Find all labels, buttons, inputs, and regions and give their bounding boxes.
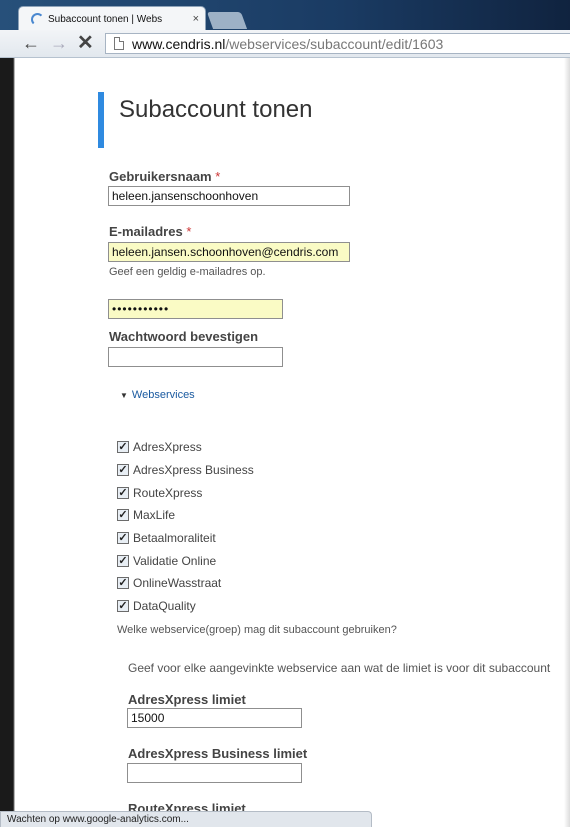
service-label: OnlineWasstraat bbox=[133, 576, 222, 591]
window-edge bbox=[0, 58, 15, 827]
email-field[interactable]: heleen.jansen.schoonhoven@cendris.com bbox=[108, 242, 350, 262]
tab-title: Subaccount tonen | Webs bbox=[48, 13, 163, 25]
required-marker: * bbox=[215, 169, 221, 184]
service-row[interactable]: ✓ MaxLife bbox=[117, 504, 254, 527]
service-label: DataQuality bbox=[133, 599, 196, 614]
loading-spinner-icon bbox=[31, 12, 44, 26]
required-marker: * bbox=[186, 224, 192, 239]
service-checkbox[interactable]: ✓ bbox=[117, 509, 129, 522]
url-path: /webservices/subaccount/edit/1603 bbox=[225, 35, 444, 52]
page-shadow bbox=[564, 58, 570, 827]
limit-adresxpress-field[interactable]: 15000 bbox=[127, 708, 302, 728]
email-label: E-mailadres * bbox=[109, 224, 191, 239]
limits-intro: Geef voor elke aangevinkte webservice aa… bbox=[128, 661, 551, 675]
email-label-text: E-mailadres bbox=[109, 224, 183, 239]
service-label: RouteXpress bbox=[133, 485, 203, 500]
limit-adresxpress-business-label: AdresXpress Business limiet bbox=[128, 746, 308, 761]
service-label: AdresXpress bbox=[133, 440, 202, 455]
tab-subaccount[interactable]: Subaccount tonen | Webs × bbox=[18, 6, 206, 31]
service-checkbox[interactable]: ✓ bbox=[117, 577, 129, 590]
service-checkbox[interactable]: ✓ bbox=[117, 554, 129, 567]
service-row[interactable]: ✓ AdresXpress Business bbox=[117, 459, 254, 482]
address-bar[interactable]: www.cendris.nl/webservices/subaccount/ed… bbox=[105, 33, 570, 54]
confirm-password-label: Wachtwoord bevestigen bbox=[109, 329, 259, 344]
username-field[interactable]: heleen.jansenschoonhoven bbox=[108, 186, 350, 206]
service-row[interactable]: ✓ OnlineWasstraat bbox=[117, 572, 254, 595]
services-checklist: ✓ AdresXpress ✓ AdresXpress Business ✓ R… bbox=[117, 436, 254, 618]
service-checkbox[interactable]: ✓ bbox=[117, 464, 129, 477]
limit-adresxpress-label: AdresXpress limiet bbox=[128, 692, 246, 707]
page-title: Subaccount tonen bbox=[119, 96, 313, 123]
tab-close-icon[interactable]: × bbox=[193, 13, 199, 25]
email-help: Geef een geldig e-mailadres op. bbox=[109, 266, 266, 278]
caret-down-icon: ▼ bbox=[120, 390, 128, 400]
service-label: Betaalmoraliteit bbox=[133, 531, 216, 546]
services-help: Welke webservice(groep) mag dit subaccou… bbox=[117, 624, 397, 636]
page-content: Subaccount tonen Gebruikersnaam * heleen… bbox=[0, 58, 570, 827]
limit-adresxpress-business-field[interactable] bbox=[127, 763, 302, 783]
service-row[interactable]: ✓ RouteXpress bbox=[117, 481, 254, 504]
stop-icon[interactable]: ✕ bbox=[77, 33, 94, 53]
service-checkbox[interactable]: ✓ bbox=[117, 600, 129, 613]
service-label: Validatie Online bbox=[133, 553, 217, 568]
status-bar: Wachten op www.google-analytics.com... bbox=[0, 811, 372, 827]
url-host: www.cendris.nl bbox=[132, 35, 226, 52]
title-accent-bar bbox=[98, 92, 104, 148]
username-label-text: Gebruikersnaam bbox=[109, 169, 212, 184]
webservices-toggle[interactable]: ▼ Webservices bbox=[120, 389, 195, 401]
page-icon bbox=[114, 37, 124, 50]
service-label: AdresXpress Business bbox=[133, 463, 254, 478]
service-checkbox[interactable]: ✓ bbox=[117, 441, 129, 454]
back-arrow-icon[interactable]: ← bbox=[22, 33, 40, 53]
service-row[interactable]: ✓ AdresXpress bbox=[117, 436, 254, 459]
service-label: MaxLife bbox=[133, 508, 176, 523]
service-row[interactable]: ✓ Betaalmoraliteit bbox=[117, 527, 254, 550]
forward-arrow-icon[interactable]: → bbox=[50, 33, 68, 53]
username-label: Gebruikersnaam * bbox=[109, 169, 220, 184]
service-checkbox[interactable]: ✓ bbox=[117, 486, 129, 499]
new-tab-button[interactable] bbox=[206, 12, 248, 29]
password-field[interactable]: ••••••••••• bbox=[108, 299, 283, 319]
service-row[interactable]: ✓ Validatie Online bbox=[117, 549, 254, 572]
service-checkbox[interactable]: ✓ bbox=[117, 532, 129, 545]
tab-strip: Subaccount tonen | Webs × bbox=[0, 0, 570, 31]
browser-toolbar: ← → ✕ www.cendris.nl/webservices/subacco… bbox=[0, 30, 570, 58]
confirm-password-field[interactable] bbox=[108, 347, 283, 367]
service-row[interactable]: ✓ DataQuality bbox=[117, 595, 254, 618]
webservices-toggle-label: Webservices bbox=[131, 389, 195, 401]
